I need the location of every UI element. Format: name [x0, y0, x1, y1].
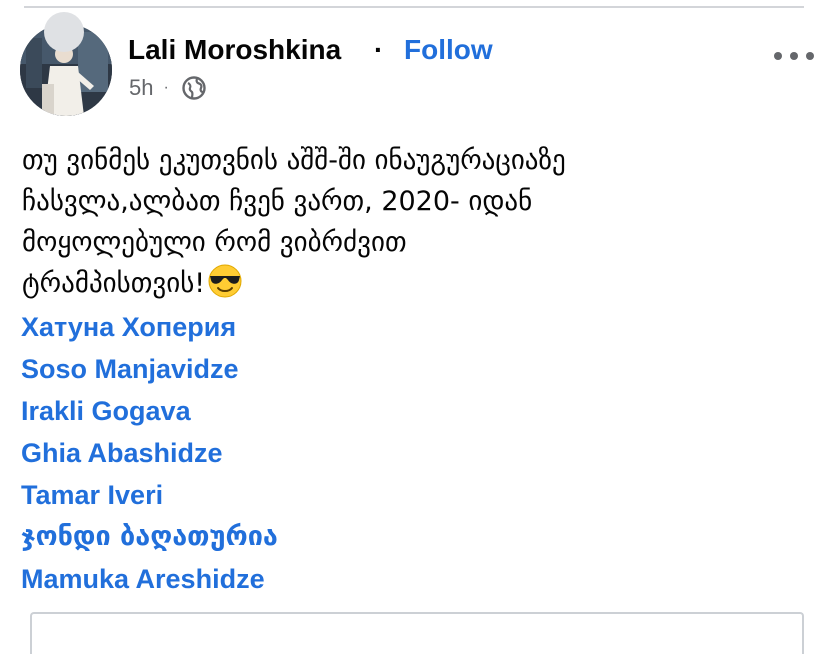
- more-dot: [790, 52, 798, 60]
- post-text-line: ჩასვლა,ალბათ ჩვენ ვართ, 2020- იდან: [22, 186, 533, 217]
- mention-link[interactable]: ჯონდი ბაღათურია: [21, 516, 721, 558]
- post-meta: 5h ·: [129, 72, 207, 104]
- mention-link[interactable]: Ghia Abashidze: [21, 432, 721, 474]
- comment-input[interactable]: [30, 612, 804, 654]
- mention-link[interactable]: Хатуна Хоперия: [21, 306, 721, 348]
- post-text-line: მოყოლებული რომ ვიბრძვით: [22, 227, 407, 258]
- mention-link[interactable]: Irakli Gogava: [21, 390, 721, 432]
- more-dot: [806, 52, 814, 60]
- mention-link[interactable]: Soso Manjavidze: [21, 348, 721, 390]
- follow-button[interactable]: Follow: [404, 30, 493, 70]
- smiling-face-with-sunglasses-icon: [207, 263, 243, 299]
- commenter-avatar: [44, 12, 84, 52]
- globe-icon[interactable]: [181, 75, 207, 101]
- post-text-line-last: ტრამპისთვის!: [22, 263, 792, 304]
- mention-link[interactable]: Mamuka Areshidze: [21, 558, 721, 600]
- mention-link[interactable]: Tamar Iveri: [21, 474, 721, 516]
- more-options-icon[interactable]: [774, 44, 814, 68]
- name-separator: ·: [374, 34, 384, 65]
- author-name[interactable]: Lali Moroshkina: [128, 30, 341, 70]
- more-dot: [774, 52, 782, 60]
- meta-separator: ·: [163, 79, 169, 96]
- post-text-line: თუ ვინმეს ეკუთვნის აშშ-ში ინაუგურაციაზე: [22, 145, 566, 176]
- post-body: თუ ვინმეს ეკუთვნის აშშ-ში ინაუგურაციაზე …: [22, 140, 792, 304]
- mentions-list: Хатуна Хоперия Soso Manjavidze Irakli Go…: [21, 306, 721, 600]
- post-text-line: ტრამპისთვის!: [22, 268, 206, 299]
- post-timestamp[interactable]: 5h: [129, 75, 153, 101]
- top-divider: [24, 6, 804, 8]
